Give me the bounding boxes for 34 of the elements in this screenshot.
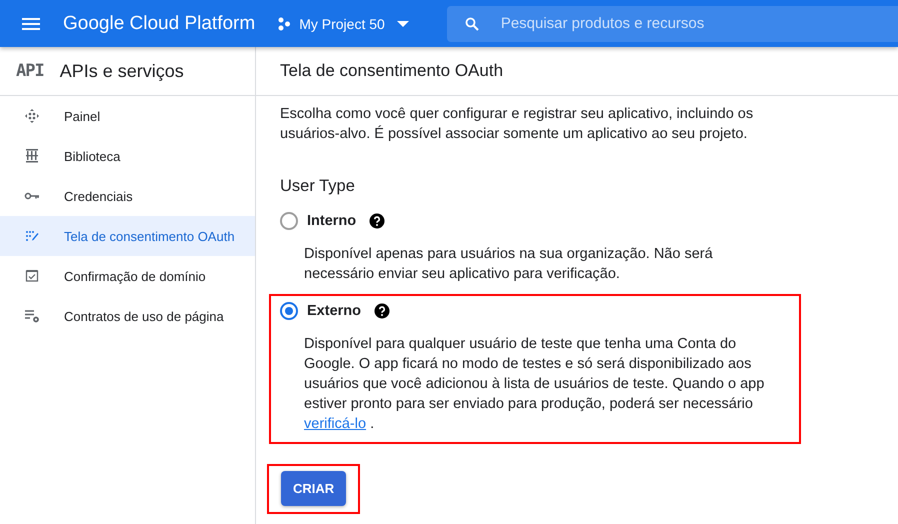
search-field[interactable]: Pesquisar produtos e recursos — [498, 14, 803, 33]
list-gear-icon — [24, 308, 40, 324]
sidebar-item[interactable]: Tela de consentimento OAuth — [0, 216, 255, 256]
radio-button[interactable] — [280, 302, 298, 320]
caret-icon — [396, 20, 409, 26]
page-title: Tela de consentimento OAuth — [280, 61, 504, 81]
section-title: APIs e serviços — [60, 60, 184, 82]
checkbox-icon — [24, 268, 40, 284]
search-bar[interactable]: Pesquisar produtos e recursos — [446, 6, 898, 42]
dots-check-icon — [24, 228, 40, 244]
option-description: Disponível para qualquer usuário de teste que tenha uma Conta do Google. O app ficará no modo de testes e só será disponibilizado aos usuários que você adicionou à lista de usuários de teste. Quando o app estiver pronto para ser enviado para produção, poderá ser necessário verificá-lo . — [304, 335, 766, 434]
diamond-dots-icon — [24, 108, 40, 124]
sidebar-item[interactable]: Confirmação de domínio — [0, 256, 255, 296]
columns-icon — [24, 148, 40, 164]
option-label[interactable]: Interno — [307, 213, 356, 229]
sidebar-item[interactable]: Painel — [0, 96, 255, 136]
product-name[interactable]: Google Cloud Platform — [63, 12, 256, 34]
api-logo: API — [16, 61, 44, 81]
help-icon[interactable] — [374, 303, 390, 319]
create-button[interactable]: CRIAR — [281, 471, 346, 506]
dots-icon — [277, 16, 292, 30]
radio-button[interactable] — [280, 212, 298, 230]
intro-text: Escolha como você quer configurar e registrar seu aplicativo, incluindo os usuários-alvo. É possível associar somente um aplicativo ao seu projeto. — [280, 105, 754, 144]
option-description: Disponível apenas para usuários na sua organização. Não será necessário enviar seu aplicativo para verificação. — [304, 245, 714, 284]
sidebar-item[interactable]: Credenciais — [0, 176, 255, 216]
user-type-heading: User Type — [280, 177, 356, 196]
sidebar-item[interactable]: Contratos de uso de página — [0, 296, 255, 336]
option-label[interactable]: Externo — [307, 303, 361, 319]
sidebar-item[interactable]: Biblioteca — [0, 136, 255, 176]
help-icon[interactable] — [369, 213, 386, 229]
menu-icon[interactable] — [22, 18, 40, 30]
search-icon — [464, 16, 479, 30]
project-selector[interactable]: My Project 50 — [277, 16, 409, 32]
verify-link[interactable]: verificá-lo — [304, 416, 366, 432]
